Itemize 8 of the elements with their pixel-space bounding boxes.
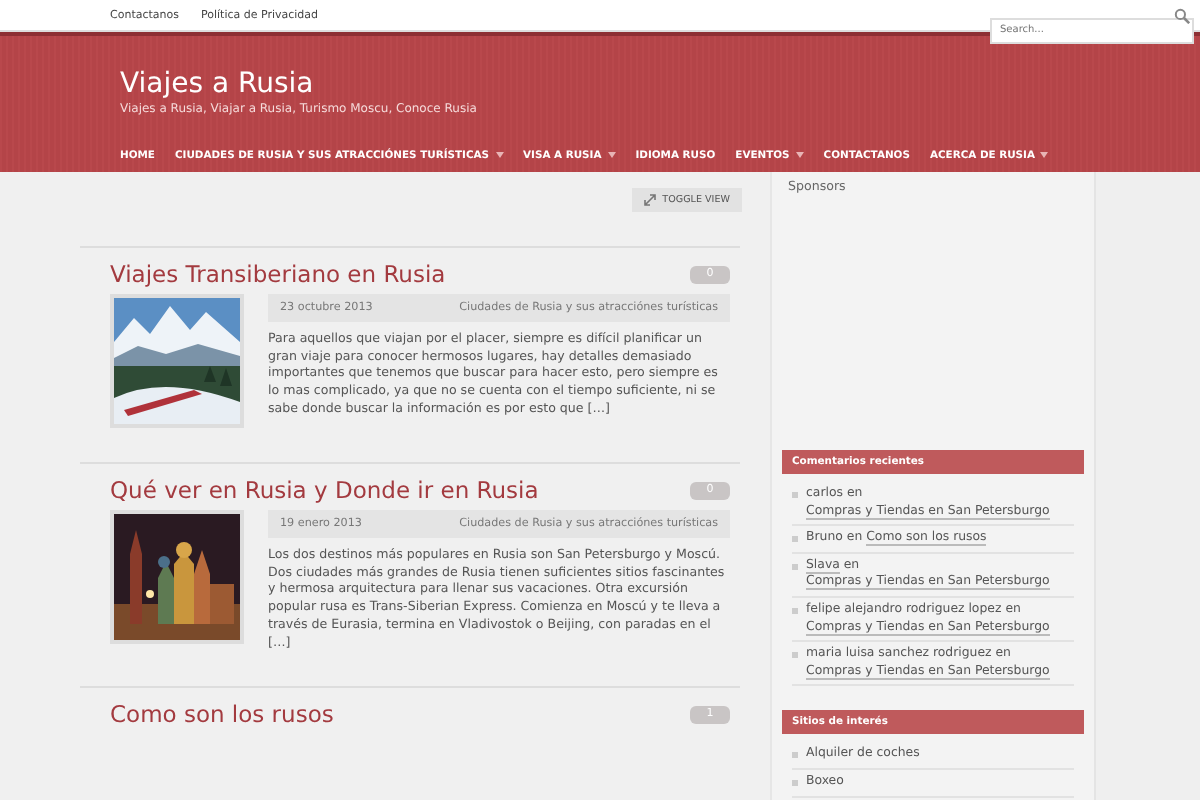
site-title[interactable]: Viajes a Rusia xyxy=(120,68,1200,100)
post-title[interactable]: Viajes Transiberiano en Rusia xyxy=(110,260,446,288)
post-title[interactable]: Qué ver en Rusia y Donde ir en Rusia xyxy=(110,476,539,504)
expand-icon xyxy=(644,194,657,206)
search-icon[interactable] xyxy=(1174,7,1190,23)
thumbnail[interactable] xyxy=(110,510,244,644)
post-title[interactable]: Como son los rusos xyxy=(110,700,334,729)
thumbnail[interactable] xyxy=(110,294,244,428)
